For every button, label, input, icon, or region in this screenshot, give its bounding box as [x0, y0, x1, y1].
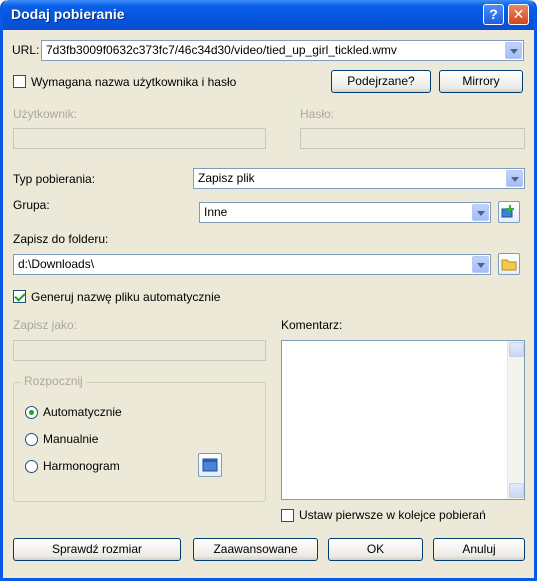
group-value: Inne — [204, 205, 228, 219]
auth-required-checkbox[interactable] — [13, 75, 26, 88]
calendar-icon[interactable] — [198, 453, 222, 477]
queue-first-checkbox[interactable] — [281, 509, 294, 522]
chevron-down-icon[interactable] — [472, 204, 489, 221]
password-field[interactable] — [300, 128, 525, 149]
chevron-down-icon[interactable] — [472, 256, 489, 273]
help-button[interactable]: ? — [483, 4, 504, 25]
auth-required-label: Wymagana nazwa użytkownika i hasło — [31, 75, 237, 89]
scroll-up-icon[interactable] — [509, 342, 524, 357]
user-field[interactable] — [13, 128, 266, 149]
comment-scrollbar[interactable] — [507, 341, 524, 499]
title-bar[interactable]: Dodaj pobieranie ? ✕ — [3, 0, 534, 30]
start-legend: Rozpocznij — [21, 374, 86, 388]
radio-manual-label: Manualnie — [43, 432, 99, 446]
advanced-button[interactable]: Zaawansowane — [193, 538, 318, 561]
download-type-value: Zapisz plik — [198, 171, 255, 185]
download-type-label: Typ pobierania: — [13, 172, 96, 186]
radio-schedule-label: Harmonogram — [43, 459, 120, 473]
radio-automatic[interactable] — [25, 406, 38, 419]
scroll-down-icon[interactable] — [509, 483, 524, 498]
radio-automatic-label: Automatycznie — [43, 405, 122, 419]
url-label: URL: — [12, 43, 40, 57]
check-size-button[interactable]: Sprawdź rozmiar — [13, 538, 181, 561]
url-combobox[interactable]: 7d3fb3009f0632c373fc7/46c34d30/video/tie… — [41, 40, 524, 61]
mirrors-button[interactable]: Mirrory — [439, 70, 523, 93]
generate-name-label: Generuj nazwę pliku automatycznie — [31, 290, 221, 304]
comment-label: Komentarz: — [281, 318, 343, 332]
chevron-down-icon[interactable] — [505, 42, 522, 59]
close-button[interactable]: ✕ — [508, 4, 529, 25]
radio-manual[interactable] — [25, 433, 38, 446]
save-as-label: Zapisz jako: — [13, 318, 78, 332]
chevron-down-icon[interactable] — [506, 170, 523, 187]
user-label: Użytkownik: — [13, 107, 78, 121]
add-group-icon[interactable] — [498, 201, 520, 223]
url-value: 7d3fb3009f0632c373fc7/46c34d30/video/tie… — [46, 43, 397, 57]
generate-name-checkbox[interactable] — [13, 290, 26, 303]
suspicious-button[interactable]: Podejrzane? — [331, 70, 431, 93]
group-label: Grupa: — [13, 198, 50, 212]
folder-icon[interactable] — [498, 253, 520, 275]
queue-first-label: Ustaw pierwsze w kolejce pobierań — [299, 508, 486, 522]
save-folder-label: Zapisz do folderu: — [13, 232, 109, 246]
add-download-dialog: Dodaj pobieranie ? ✕ URL: 7d3fb3009f0632… — [0, 0, 537, 581]
download-type-select[interactable]: Zapisz plik — [193, 168, 525, 189]
dialog-title: Dodaj pobieranie — [11, 6, 125, 22]
radio-schedule[interactable] — [25, 460, 38, 473]
password-label: Hasło: — [300, 107, 335, 121]
group-select[interactable]: Inne — [199, 202, 491, 223]
save-folder-select[interactable]: d:\Downloads\ — [13, 254, 491, 275]
ok-button[interactable]: OK — [328, 538, 423, 561]
save-folder-value: d:\Downloads\ — [18, 257, 95, 271]
comment-textarea[interactable] — [281, 340, 525, 500]
save-as-field[interactable] — [13, 340, 266, 361]
cancel-button[interactable]: Anuluj — [433, 538, 525, 561]
